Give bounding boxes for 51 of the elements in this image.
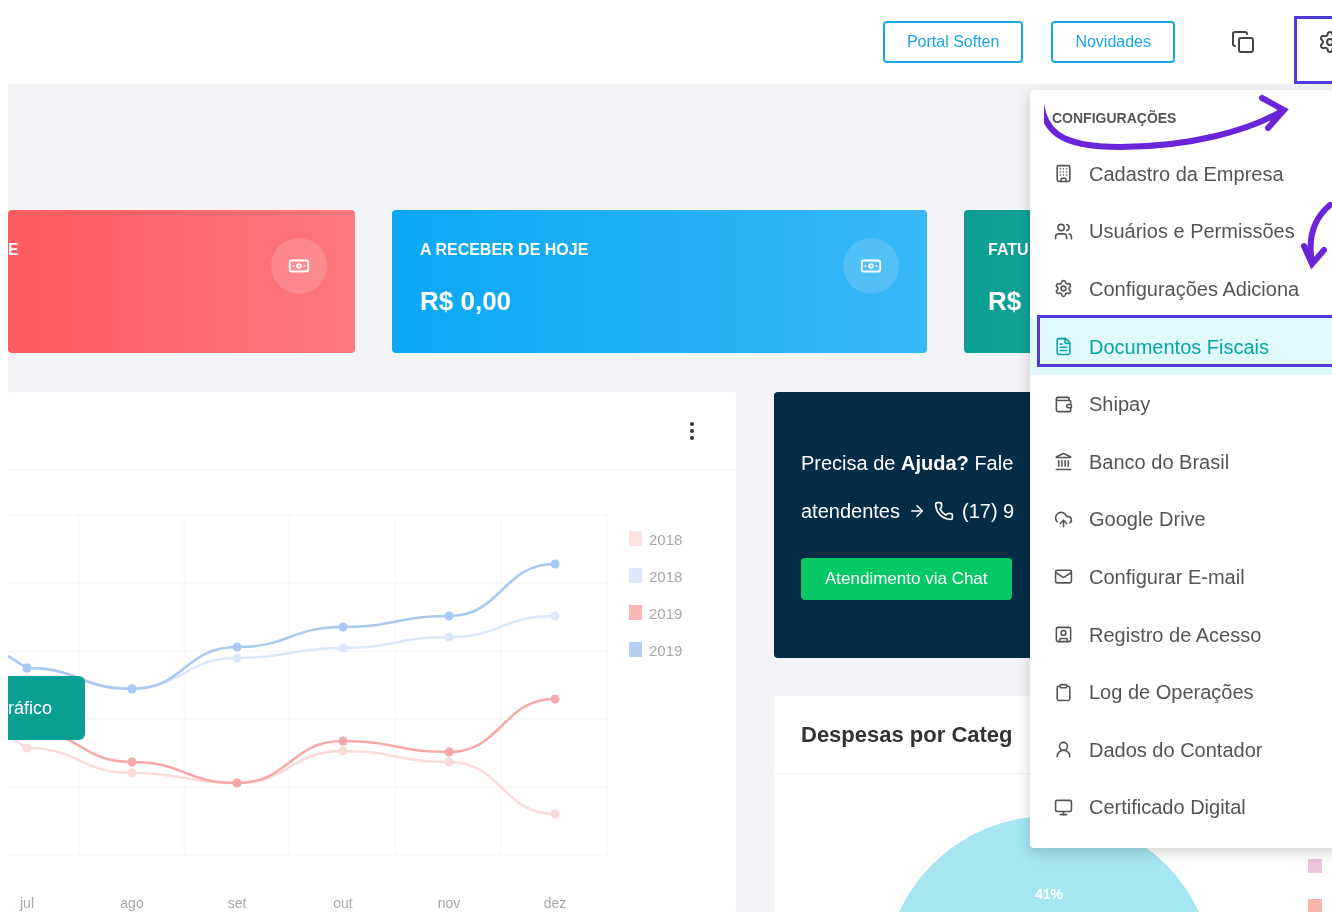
users-icon	[1054, 221, 1073, 241]
building-icon	[1054, 164, 1073, 184]
legend-label: 2018	[649, 568, 683, 585]
menu-heading: CONFIGURAÇÕES	[1052, 110, 1177, 126]
menu-item[interactable]: Dados do Contador	[1030, 720, 1332, 779]
axis-label: jul	[20, 895, 34, 911]
menu-item[interactable]: Registro de Acesso	[1030, 605, 1332, 664]
panel-title: Despesas por Categ	[801, 721, 1013, 749]
id-badge-icon	[1054, 625, 1073, 645]
menu-item[interactable]: Configurações Adiciona	[1030, 260, 1332, 318]
envelope-icon	[1054, 567, 1073, 587]
gear-icon	[1054, 279, 1073, 299]
legend-label: 2018	[649, 531, 683, 548]
menu-item[interactable]: Log de Operações	[1030, 663, 1332, 721]
legend-label: 2019	[649, 605, 683, 622]
menu-item[interactable]: Configurar E-mail	[1030, 548, 1332, 606]
windows-icon[interactable]	[1231, 30, 1255, 54]
help-text: atendentes	[801, 499, 900, 524]
menu-item[interactable]: Usuários e Permissões	[1030, 202, 1332, 261]
card-title: FATU	[988, 240, 1029, 260]
menu-item[interactable]: Cadastro da Empresa	[1030, 145, 1332, 203]
clipboard-icon	[1054, 682, 1073, 702]
phone-icon	[934, 501, 954, 521]
help-text: Precisa de Ajuda? Fale	[801, 451, 1014, 476]
annotation-arrow	[1300, 200, 1332, 270]
money-icon	[843, 238, 899, 294]
axis-label: out	[333, 895, 353, 911]
menu-item[interactable]: Google Drive	[1030, 490, 1332, 549]
card-value: R$ 0,00	[420, 285, 512, 318]
user-icon	[1054, 740, 1073, 760]
document-icon	[1054, 337, 1073, 357]
monitor-icon	[1054, 797, 1073, 817]
axis-label: ago	[120, 895, 144, 911]
bank-icon	[1054, 452, 1073, 472]
menu-item[interactable]: Shipay	[1030, 375, 1332, 433]
wallet-icon	[1054, 394, 1073, 414]
annotation-box	[1294, 16, 1332, 84]
axis-label: dez	[543, 895, 567, 911]
menu-item[interactable]: Banco do Brasil	[1030, 432, 1332, 491]
axis-label: nov	[437, 895, 461, 911]
money-icon	[271, 238, 327, 294]
card-title: E	[8, 240, 19, 260]
phone-number: (17) 9	[962, 499, 1015, 524]
card-title: A RECEBER DE HOJE	[420, 240, 589, 260]
legend-label: 2019	[649, 642, 683, 659]
cloud-upload-icon	[1054, 509, 1073, 529]
axis-label: set	[227, 895, 247, 911]
pie-label: 41%	[1035, 885, 1063, 902]
arrow-icon	[908, 502, 926, 520]
menu-item[interactable]: Certificado Digital	[1030, 778, 1332, 837]
card-value: R$	[988, 285, 1022, 318]
